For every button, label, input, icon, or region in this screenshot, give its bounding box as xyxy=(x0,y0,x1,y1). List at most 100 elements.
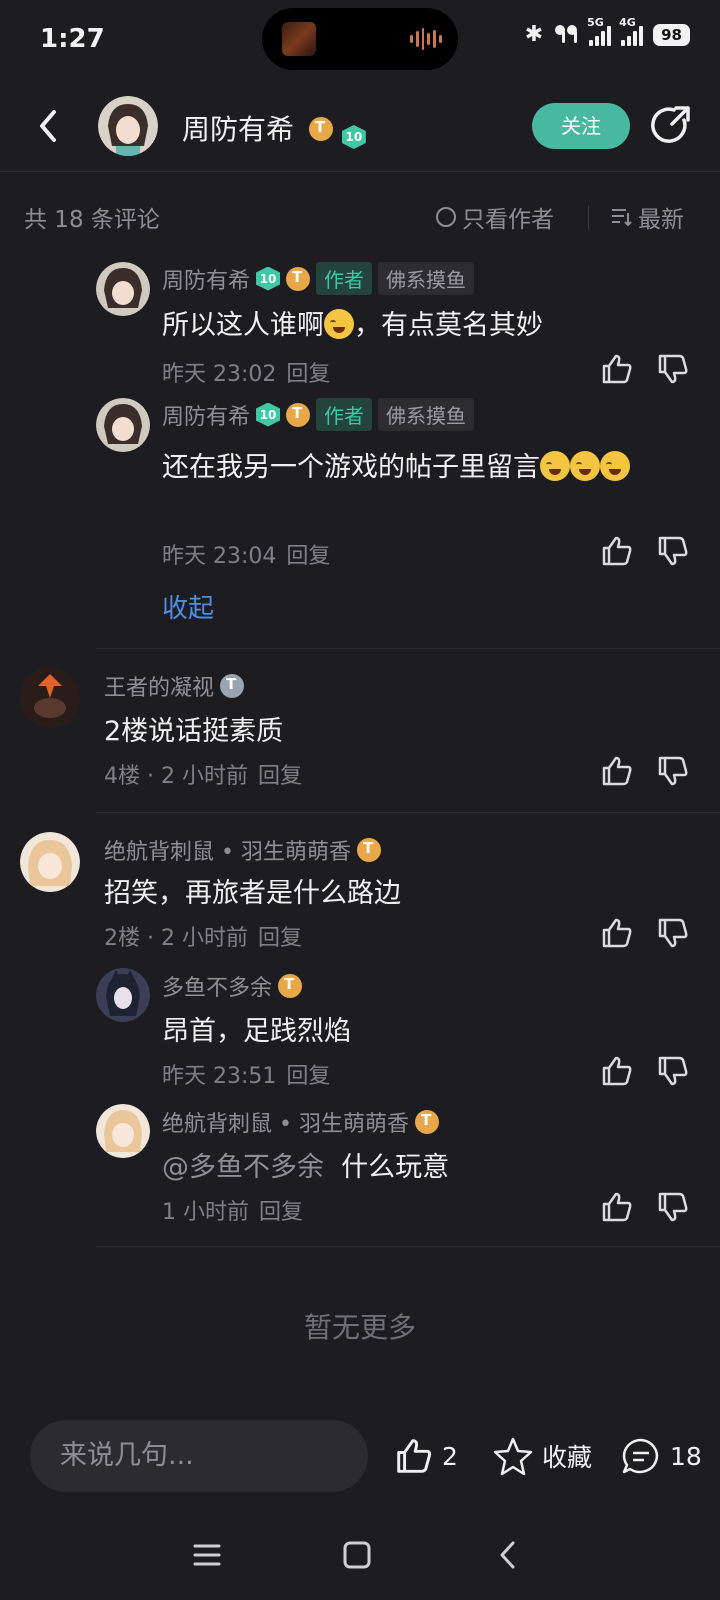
avatar[interactable] xyxy=(96,262,150,316)
comment-username[interactable]: 绝航背刺鼠 • 羽生萌萌香 xyxy=(162,1106,439,1138)
talent-badge-icon xyxy=(356,838,381,862)
comment-divider xyxy=(96,812,720,813)
avatar[interactable] xyxy=(20,832,80,892)
floor-number: 2楼 xyxy=(104,926,140,951)
thumbs-down-icon[interactable] xyxy=(656,1190,690,1224)
thumbs-down-icon[interactable] xyxy=(656,916,690,950)
reply-button[interactable]: 回复 xyxy=(286,1064,330,1089)
author-name[interactable]: 周防有希 10 xyxy=(182,108,366,149)
audio-wave-icon xyxy=(410,28,442,50)
comment-username[interactable]: 绝航背刺鼠 • 羽生萌萌香 xyxy=(104,834,381,866)
favorite-label: 收藏 xyxy=(542,1443,593,1472)
author-only-toggle[interactable]: 只看作者 xyxy=(436,200,554,234)
comment-filter-bar: 共 18 条评论 只看作者 最新 xyxy=(0,196,720,236)
home-icon[interactable] xyxy=(340,1538,374,1572)
thumbs-up-icon[interactable] xyxy=(600,1054,634,1088)
comment-count-label: 共 18 条评论 xyxy=(24,207,160,233)
share-icon[interactable] xyxy=(650,104,694,148)
sort-button[interactable]: 最新 xyxy=(610,200,684,234)
username-text: 王者的凝视 xyxy=(104,676,215,701)
comment-count: 18 xyxy=(670,1441,702,1471)
comment-time: 2 小时前 xyxy=(160,764,248,789)
no-more-label: 暂无更多 xyxy=(303,1311,416,1344)
group-tag: 佛系摸鱼 xyxy=(378,262,475,295)
comment-time: 昨天 23:51 xyxy=(162,1064,277,1089)
avatar[interactable] xyxy=(96,968,150,1022)
username-text: 绝航背刺鼠 • 羽生萌萌香 xyxy=(104,840,351,865)
comment-time: 昨天 23:02 xyxy=(162,362,277,387)
earbuds-icon xyxy=(555,24,578,43)
back-button[interactable] xyxy=(30,104,70,148)
radio-icon xyxy=(436,207,456,227)
comment-meta: 2楼 · 2 小时前 回复 xyxy=(104,926,302,951)
status-icons: ✱ 5G 4G 98 xyxy=(525,16,690,47)
comments-button[interactable]: 18 xyxy=(620,1436,702,1476)
reply-button[interactable]: 回复 xyxy=(286,544,330,569)
thumbs-up-icon[interactable] xyxy=(600,534,634,568)
comment-text: 所以这人谁啊 ，有点莫名其妙 xyxy=(162,308,543,344)
author-avatar[interactable] xyxy=(98,96,158,156)
media-thumbnail xyxy=(282,22,316,56)
comment-divider xyxy=(96,1246,720,1247)
post-header: 周防有希 10 关注 xyxy=(0,82,720,172)
recent-apps-icon[interactable] xyxy=(190,1538,224,1572)
comment-divider xyxy=(96,648,720,649)
follow-button[interactable]: 关注 xyxy=(532,103,630,149)
comment-username[interactable]: 多鱼不多余 xyxy=(162,970,303,1002)
signal-5g-icon: 5G xyxy=(587,16,612,46)
thumbs-up-icon[interactable] xyxy=(600,754,634,788)
reply-button[interactable]: 回复 xyxy=(258,926,302,951)
collapse-replies-link[interactable]: 收起 xyxy=(162,588,214,625)
thumbs-up-icon[interactable] xyxy=(600,1190,634,1224)
filter-divider xyxy=(588,206,589,230)
reply-button[interactable]: 回复 xyxy=(286,362,330,387)
bottom-action-bar: 来说几句... 2 收藏 18 xyxy=(0,1420,720,1496)
comment-time: 2 小时前 xyxy=(160,926,248,951)
thumbs-down-icon[interactable] xyxy=(656,754,690,788)
comment-bubble-icon xyxy=(622,1438,659,1474)
thumbs-up-icon[interactable] xyxy=(600,352,634,386)
username-text: 周防有希 xyxy=(162,268,251,294)
comment-username[interactable]: 王者的凝视 xyxy=(104,670,245,702)
comment-input[interactable]: 来说几句... xyxy=(30,1420,368,1492)
comment-username[interactable]: 周防有希 10 作者 佛系摸鱼 xyxy=(162,262,475,295)
dynamic-island[interactable] xyxy=(262,8,458,70)
network-5g-label: 5G xyxy=(587,15,604,29)
comment-text-part: 还在我另一个游戏的帖子里留言 xyxy=(162,452,540,483)
mention-link[interactable]: @多鱼不多余 xyxy=(162,1152,324,1183)
back-nav-icon[interactable] xyxy=(492,1538,526,1572)
like-post-button[interactable]: 2 xyxy=(394,1436,458,1476)
battery-indicator: 98 xyxy=(653,23,690,46)
author-only-label: 只看作者 xyxy=(462,207,554,233)
sort-icon xyxy=(612,209,632,227)
comment-time: 1 小时前 xyxy=(162,1200,249,1225)
comment-username[interactable]: 周防有希 10 作者 佛系摸鱼 xyxy=(162,398,475,431)
comment-meta: 4楼 · 2 小时前 回复 xyxy=(104,764,302,789)
talent-badge-icon xyxy=(286,266,311,291)
crying-emoji-icon xyxy=(570,451,600,481)
username-text: 绝航背刺鼠 • 羽生萌萌香 xyxy=(162,1112,409,1137)
avatar[interactable] xyxy=(96,398,150,452)
comment-meta: 昨天 23:04 回复 xyxy=(162,538,330,570)
author-name-text: 周防有希 xyxy=(182,113,295,146)
thumbs-up-icon[interactable] xyxy=(600,916,634,950)
talent-badge-icon xyxy=(286,402,311,427)
crying-emoji-icon xyxy=(540,451,570,481)
avatar[interactable] xyxy=(96,1104,150,1158)
comment-text-part: ，有点莫名其妙 xyxy=(354,310,543,341)
thumbs-down-icon[interactable] xyxy=(656,1054,690,1088)
reply-button[interactable]: 回复 xyxy=(258,764,302,789)
thumbs-down-icon[interactable] xyxy=(656,352,690,386)
talent-badge-icon xyxy=(220,674,245,698)
comment-text-part: 什么玩意 xyxy=(341,1152,450,1183)
reply-button[interactable]: 回复 xyxy=(259,1200,303,1225)
sort-label: 最新 xyxy=(638,207,684,233)
floor-number: 4楼 xyxy=(104,764,140,789)
favorite-button[interactable]: 收藏 xyxy=(492,1436,592,1476)
avatar[interactable] xyxy=(20,668,80,728)
author-tag: 作者 xyxy=(316,262,373,295)
system-nav-bar xyxy=(0,1510,720,1600)
thumbs-down-icon[interactable] xyxy=(656,534,690,568)
like-count: 2 xyxy=(442,1441,458,1471)
comment-meta: 昨天 23:02 回复 xyxy=(162,356,330,388)
